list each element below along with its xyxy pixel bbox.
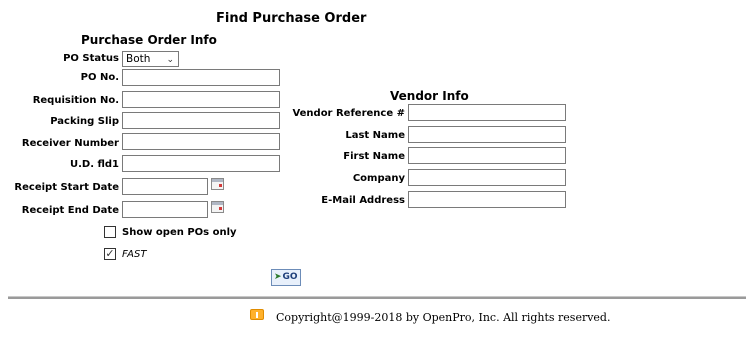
email-input[interactable] bbox=[408, 191, 566, 208]
fast-label: FAST bbox=[122, 249, 147, 260]
requisition-no-input[interactable] bbox=[122, 91, 280, 108]
vendor-reference-label: Vendor Reference # bbox=[292, 108, 405, 119]
go-arrow-icon: ➤ bbox=[274, 272, 282, 282]
last-name-input[interactable] bbox=[408, 126, 566, 143]
vendor-reference-input[interactable] bbox=[408, 104, 566, 121]
show-open-pos-label: Show open POs only bbox=[122, 227, 237, 238]
ud-fld1-label: U.D. fld1 bbox=[69, 159, 119, 170]
calendar-icon[interactable] bbox=[211, 201, 224, 213]
openpro-logo-icon bbox=[250, 309, 264, 320]
packing-slip-label: Packing Slip bbox=[50, 116, 119, 127]
po-no-label: PO No. bbox=[80, 72, 119, 83]
receiver-number-label: Receiver Number bbox=[21, 138, 119, 149]
first-name-input[interactable] bbox=[408, 147, 566, 164]
po-status-select[interactable]: Both ⌄ bbox=[122, 51, 179, 67]
receipt-end-date-label: Receipt End Date bbox=[21, 205, 119, 216]
vendor-info-heading: Vendor Info bbox=[390, 89, 469, 103]
po-no-input[interactable] bbox=[122, 69, 280, 86]
requisition-no-label: Requisition No. bbox=[32, 95, 119, 106]
ud-fld1-input[interactable] bbox=[122, 155, 280, 172]
footer-divider bbox=[8, 296, 746, 299]
fast-checkbox[interactable]: ✓ bbox=[104, 248, 116, 260]
packing-slip-input[interactable] bbox=[122, 112, 280, 129]
receiver-number-input[interactable] bbox=[122, 133, 280, 150]
first-name-label: First Name bbox=[343, 151, 405, 162]
po-status-selected-value: Both bbox=[126, 53, 151, 65]
calendar-icon[interactable] bbox=[211, 178, 224, 190]
po-status-label: PO Status bbox=[63, 53, 119, 64]
copyright-text: Copyright@1999-2018 by OpenPro, Inc. All… bbox=[276, 311, 611, 324]
receipt-start-date-input[interactable] bbox=[122, 178, 208, 195]
go-button[interactable]: ➤GO bbox=[271, 269, 301, 286]
company-label: Company bbox=[352, 173, 405, 184]
email-label: E-Mail Address bbox=[321, 195, 405, 206]
go-button-label: GO bbox=[282, 272, 298, 282]
show-open-pos-checkbox[interactable] bbox=[104, 226, 116, 238]
last-name-label: Last Name bbox=[345, 130, 405, 141]
company-input[interactable] bbox=[408, 169, 566, 186]
page-title: Find Purchase Order bbox=[216, 11, 367, 26]
receipt-start-date-label: Receipt Start Date bbox=[14, 182, 119, 193]
chevron-down-icon: ⌄ bbox=[166, 55, 174, 65]
receipt-end-date-input[interactable] bbox=[122, 201, 208, 218]
purchase-order-info-heading: Purchase Order Info bbox=[81, 33, 217, 47]
